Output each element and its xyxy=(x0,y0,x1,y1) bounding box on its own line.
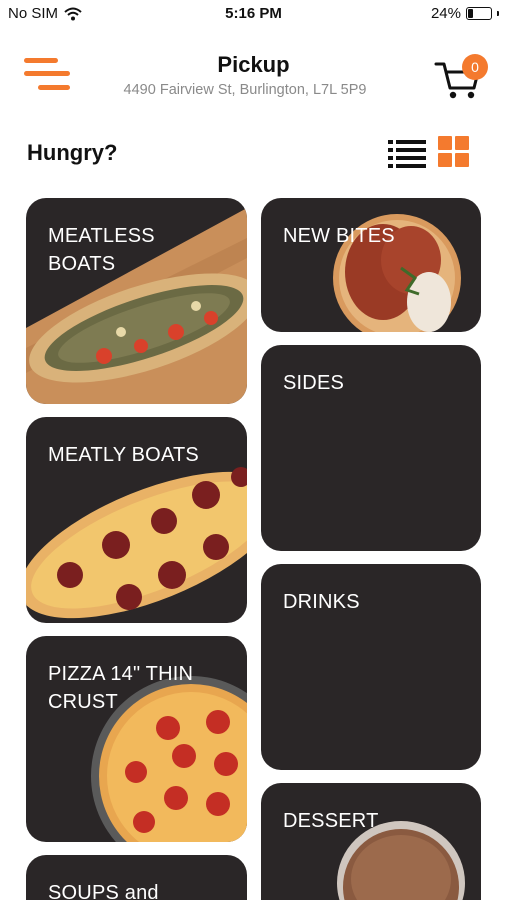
tile-label: PIZZA 14" THIN CRUST xyxy=(48,663,194,713)
status-bar: No SIM 5:16 PM 24% xyxy=(0,0,507,28)
category-soups[interactable]: SOUPS and xyxy=(26,855,247,900)
category-meatly-boats[interactable]: MEATLY BOATS xyxy=(26,417,247,623)
category-dessert[interactable]: DESSERT xyxy=(261,783,481,900)
cart-count-badge[interactable]: 0 xyxy=(462,54,488,80)
dessert-image xyxy=(337,821,465,900)
battery-percent: 24% xyxy=(430,5,461,22)
category-new-bites[interactable]: NEW BITES xyxy=(261,198,481,332)
pickup-address[interactable]: 4490 Fairview St, Burlington, L7L 5P9 xyxy=(0,82,490,98)
battery-level xyxy=(468,9,473,18)
battery-cap xyxy=(497,11,499,16)
category-sides[interactable]: SIDES xyxy=(261,345,481,551)
section-title: Hungry? xyxy=(27,140,118,165)
tile-label: MEATLY BOATS xyxy=(48,444,199,466)
new-bites-image xyxy=(333,214,461,332)
category-pizza[interactable]: PIZZA 14" THIN CRUST xyxy=(26,636,247,842)
list-view-icon[interactable] xyxy=(388,137,426,169)
battery-icon xyxy=(466,7,492,20)
tile-label: SIDES xyxy=(283,372,345,394)
status-right: 24% xyxy=(431,5,499,22)
page-title: Pickup xyxy=(217,52,290,77)
category-drinks[interactable]: DRINKS xyxy=(261,564,481,770)
tile-label: DRINKS xyxy=(283,591,360,613)
tile-label: NEW BITES xyxy=(283,225,395,247)
grid-view-icon[interactable] xyxy=(438,136,470,168)
tile-label: DESSERT xyxy=(283,810,379,832)
category-meatless-boats[interactable]: MEATLESS BOATS xyxy=(26,198,247,404)
tile-label: SOUPS and xyxy=(48,882,159,900)
tile-label: MEATLESS BOATS xyxy=(48,225,155,275)
